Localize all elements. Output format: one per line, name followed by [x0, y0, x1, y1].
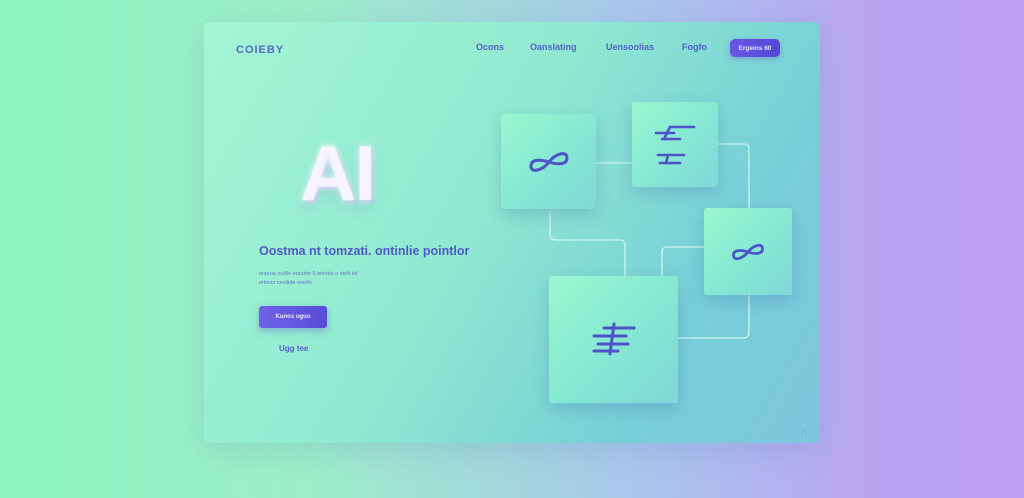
tile-infinity-1 [501, 114, 596, 209]
landing-card: COIEBY Ocons Oanslating Uensoolias Fogfo… [204, 22, 820, 443]
sliders-icon [592, 322, 635, 355]
infinity-icon [732, 243, 764, 260]
corner-indicator-icon [801, 431, 807, 437]
infinity-icon [528, 151, 569, 172]
tile-infinity-2 [704, 208, 792, 295]
tile-sliders-1 [632, 102, 718, 187]
sliders-icon [654, 125, 696, 164]
tile-sliders-2 [549, 276, 678, 403]
